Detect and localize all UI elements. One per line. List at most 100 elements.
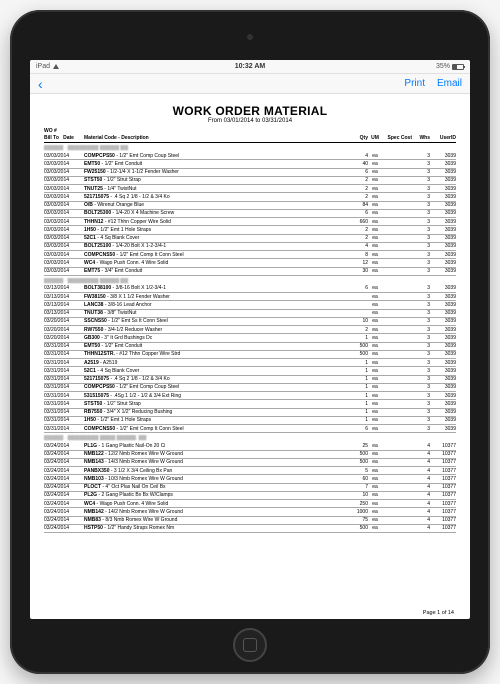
cell-whs: 3 — [412, 194, 430, 200]
table-row: 03/20/2014SSCNS50 - 1/2" Emt Ss It Conn … — [44, 318, 456, 326]
cell-user: 3039 — [430, 285, 456, 291]
cell-date: 03/31/2014 — [44, 417, 84, 423]
table-row: 03/31/2014COMPCPS50 - 1/2" Emt Comp Coup… — [44, 384, 456, 392]
cell-um: ea — [368, 476, 382, 482]
cell-desc: NMB83 - 8/3 Nmb Romex Wire W Ground — [84, 517, 346, 523]
cell-desc: 521715075 - .4 Sq 2 1/8 - 1/2 & 3/4 Ko — [84, 194, 346, 200]
cell-spec — [382, 310, 412, 316]
cell-date: 03/24/2014 — [44, 509, 84, 515]
cell-whs: 3 — [412, 153, 430, 159]
cell-um: ea — [368, 310, 382, 316]
cell-um: ea — [368, 186, 382, 192]
cell-qty: 1 — [346, 335, 368, 341]
cell-date: 03/31/2014 — [44, 409, 84, 415]
table-row: 03/24/2014WC4 - Wago Push Conn. 4 Wire S… — [44, 500, 456, 508]
cell-spec — [382, 426, 412, 432]
table-row: 03/24/2014NMB143 - 14/3 Nmb Romex Wire W… — [44, 459, 456, 467]
cell-date: 03/13/2014 — [44, 294, 84, 300]
cell-date: 03/03/2014 — [44, 186, 84, 192]
cell-date: 03/31/2014 — [44, 426, 84, 432]
cell-qty: 1 — [346, 417, 368, 423]
cell-desc: 521715075 - .4 Sq 2 1/8 - 1/2 & 3/4 Ko — [84, 376, 346, 382]
table-row: 03/03/2014TNUT25 - 1/4" TwistNut2ea33039 — [44, 185, 456, 193]
cell-desc: A2519 - A2519 — [84, 360, 346, 366]
cell-um: ea — [368, 219, 382, 225]
cell-whs: 3 — [412, 219, 430, 225]
cell-user: 3039 — [430, 360, 456, 366]
cell-whs: 3 — [412, 210, 430, 216]
lbl-whs: Whs — [412, 135, 430, 141]
cell-whs: 4 — [412, 476, 430, 482]
cell-whs: 3 — [412, 169, 430, 175]
cell-desc: O/B - Wirenut Orange Blue — [84, 202, 346, 208]
report-body: WORK ORDER MATERIAL From 03/01/2014 to 0… — [30, 94, 470, 619]
cell-whs: 3 — [412, 368, 430, 374]
cell-spec — [382, 484, 412, 490]
table-row: 03/24/2014NMB103 - 10/3 Nmb Romex Wire W… — [44, 475, 456, 483]
group-header: ▇▇▇▇▇ - ▇▇▇▇▇▇▇▇ ▇▇▇▇▇ ▇▇ — [44, 278, 456, 284]
print-button[interactable]: Print — [404, 78, 425, 89]
cell-desc: EMT75 - 3/4" Emt Conduit — [84, 268, 346, 274]
cell-spec — [382, 476, 412, 482]
email-button[interactable]: Email — [437, 78, 462, 89]
lbl-wo: WO # — [44, 128, 57, 134]
cell-desc: RB7550 - 3/4" X 1/2" Reducing Bushing — [84, 409, 346, 415]
table-row: 03/24/2014HSTP50 - 1/2" Handy Straps Rom… — [44, 525, 456, 533]
table-row: 03/03/2014EMT75 - 3/4" Emt Conduit30ea33… — [44, 268, 456, 276]
cell-um: ea — [368, 260, 382, 266]
cell-user: 3039 — [430, 227, 456, 233]
cell-spec — [382, 186, 412, 192]
back-button[interactable]: ‹ — [38, 76, 43, 92]
table-row: 03/31/2014RB7550 - 3/4" X 1/2" Reducing … — [44, 409, 456, 417]
cell-um: ea — [368, 202, 382, 208]
cell-user: 3039 — [430, 294, 456, 300]
cell-whs: 4 — [412, 525, 430, 531]
home-button[interactable] — [233, 628, 267, 662]
cell-spec — [382, 318, 412, 324]
cell-um: ea — [368, 451, 382, 457]
cell-spec — [382, 384, 412, 390]
header-labels: WO # — [44, 128, 456, 134]
cell-spec — [382, 219, 412, 225]
cell-user: 10377 — [430, 443, 456, 449]
cell-user: 3039 — [430, 210, 456, 216]
cell-um: ea — [368, 177, 382, 183]
column-headers: Bill To Date Material Code - Description… — [44, 135, 456, 143]
report-group: ▇▇▇▇▇ - ▇▇▇▇▇▇▇▇ ▇▇▇▇▇ ▇▇03/03/2014COMPC… — [44, 145, 456, 276]
cell-whs: 3 — [412, 252, 430, 258]
cell-desc: THHN12STR. - #12 Thhn Copper Wire Strd — [84, 351, 346, 357]
cell-desc: PL2G - 2 Gang Plastic Bx Bx W/Clamps — [84, 492, 346, 498]
cell-um: ea — [368, 268, 382, 274]
cell-um: ea — [368, 243, 382, 249]
table-row: 03/31/2014COMPCNS50 - 1/2" Emt Comp It C… — [44, 425, 456, 433]
cell-whs: 3 — [412, 426, 430, 432]
lbl-qty: Qty — [346, 135, 368, 141]
cell-date: 03/24/2014 — [44, 501, 84, 507]
cell-spec — [382, 409, 412, 415]
cell-desc: EMT50 - 1/2" Emt Conduit — [84, 343, 346, 349]
table-row: 03/20/2014RW7550 - 3/4-1/2 Reducer Washe… — [44, 326, 456, 334]
cell-qty: 1 — [346, 409, 368, 415]
cell-desc: TNUT38 - 3/8" TwistNut — [84, 310, 346, 316]
lbl-user: UserID — [430, 135, 456, 141]
cell-spec — [382, 169, 412, 175]
cell-user: 3039 — [430, 310, 456, 316]
cell-um: ea — [368, 161, 382, 167]
cell-desc: PLOCT - 4" Oct Plas Nail On Ceil Bx — [84, 484, 346, 490]
carrier-label: iPad — [36, 63, 50, 70]
cell-date: 03/03/2014 — [44, 177, 84, 183]
table-row: 03/03/2014FW25150 - 1/2-1/4 X 1-1/2 Fend… — [44, 169, 456, 177]
table-row: 03/03/2014BOLT25100 - 1/4-20 Bolt X 1-2-… — [44, 243, 456, 251]
cell-spec — [382, 210, 412, 216]
table-row: 03/24/2014PL1G - 1 Gang Plastic Nail-On … — [44, 442, 456, 450]
cell-date: 03/24/2014 — [44, 484, 84, 490]
cell-date: 03/13/2014 — [44, 285, 84, 291]
cell-qty: 500 — [346, 343, 368, 349]
table-row: 03/31/2014521715075 - .4 Sq 2 1/8 - 1/2 … — [44, 376, 456, 384]
cell-um: ea — [368, 517, 382, 523]
cell-date: 03/03/2014 — [44, 252, 84, 258]
cell-um: ea — [368, 492, 382, 498]
cell-um: ea — [368, 318, 382, 324]
cell-desc: NMB143 - 14/3 Nmb Romex Wire W Ground — [84, 459, 346, 465]
cell-spec — [382, 235, 412, 241]
